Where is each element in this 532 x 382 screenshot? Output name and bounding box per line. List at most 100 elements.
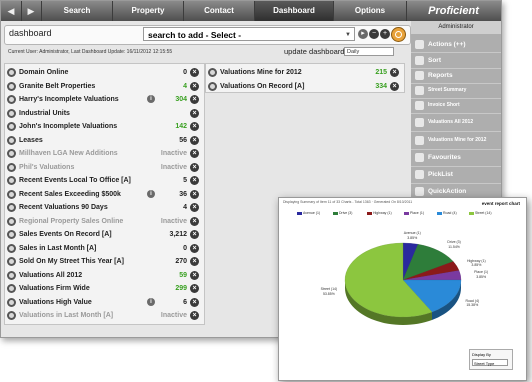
remove-item-icon[interactable]: × <box>190 68 199 77</box>
dashboard-item-label[interactable]: Valuations in Last Month [A] <box>19 310 113 321</box>
dashboard-item-label[interactable]: Recent Events Local To Office [A] <box>19 175 131 186</box>
dashboard-item[interactable]: Valuations Firm Wide 299 × <box>7 283 200 294</box>
dashboard-item[interactable]: Valuations On Record [A] 334 × <box>208 81 400 92</box>
remove-item-icon[interactable]: × <box>190 135 199 145</box>
remove-item-icon[interactable]: × <box>190 311 199 320</box>
gear-icon[interactable] <box>7 135 16 145</box>
dashboard-item[interactable]: Valuations All 2012 59 × <box>7 270 200 281</box>
dashboard-item-label[interactable]: Recent Valuations 90 Days <box>19 202 108 213</box>
dashboard-item-label[interactable]: Leases <box>19 135 43 146</box>
dashboard-item[interactable]: Valuations Mine for 2012 215 × <box>208 67 400 78</box>
sidebar-item[interactable]: Favourites <box>411 149 501 167</box>
remove-item-icon[interactable]: × <box>390 81 399 91</box>
dashboard-item[interactable]: Sales in Last Month [A] 0 × <box>7 243 200 254</box>
info-icon[interactable]: i <box>147 95 155 103</box>
dashboard-item[interactable]: John's Incomplete Valuations 142 × <box>7 121 200 132</box>
gear-icon[interactable] <box>7 68 16 77</box>
gear-icon[interactable] <box>7 149 16 158</box>
dashboard-item-label[interactable]: Sales in Last Month [A] <box>19 243 96 254</box>
gear-icon[interactable] <box>7 108 16 118</box>
remove-item-icon[interactable]: × <box>190 176 199 185</box>
nav-options[interactable]: Options <box>334 1 407 21</box>
nav-dashboard[interactable]: Dashboard <box>255 1 334 21</box>
sidebar-item[interactable]: Valuations All 2012 <box>411 113 501 132</box>
dashboard-item[interactable]: Valuations High Value i 6 × <box>7 297 200 308</box>
info-icon[interactable]: i <box>147 297 155 306</box>
dashboard-item-label[interactable]: Sales Events On Record [A] <box>19 229 112 240</box>
remove-icon[interactable]: − <box>369 29 379 39</box>
remove-item-icon[interactable]: × <box>190 189 199 199</box>
sidebar-item[interactable]: Street Summary <box>411 83 501 99</box>
sidebar-item[interactable]: PickList <box>411 166 501 184</box>
gear-icon[interactable] <box>7 230 16 239</box>
dashboard-item-label[interactable]: Valuations All 2012 <box>19 270 82 281</box>
dashboard-item-label[interactable]: Valuations On Record [A] <box>220 81 304 92</box>
gear-icon[interactable] <box>7 162 16 172</box>
dashboard-item[interactable]: Recent Events Local To Office [A] 5 × <box>7 175 200 186</box>
update-frequency-select[interactable]: Daily <box>344 47 394 56</box>
sidebar-item[interactable]: Valuations Mine for 2012 <box>411 131 501 150</box>
sidebar-item[interactable]: Reports <box>411 68 501 84</box>
dashboard-item-label[interactable]: Millhaven LGA New Additions <box>19 148 118 159</box>
dashboard-item-label[interactable]: Valuations Mine for 2012 <box>220 67 302 78</box>
remove-item-icon[interactable]: × <box>190 149 199 158</box>
search-to-add-select[interactable]: search to add - Select - ▼ <box>143 27 355 41</box>
remove-item-icon[interactable]: × <box>190 216 199 226</box>
remove-item-icon[interactable]: × <box>190 95 199 104</box>
remove-item-icon[interactable]: × <box>190 270 199 280</box>
gear-icon[interactable] <box>7 243 16 253</box>
sidebar-item[interactable]: Actions (++) <box>411 36 501 53</box>
dashboard-item[interactable]: Sales Events On Record [A] 3,212 × <box>7 229 200 240</box>
dashboard-item-label[interactable]: Granite Belt Properties <box>19 81 95 92</box>
dashboard-item[interactable]: Valuations in Last Month [A] Inactive × <box>7 310 200 321</box>
dashboard-item-label[interactable]: Harry's Incomplete Valuations <box>19 94 119 105</box>
dashboard-item-label[interactable]: Regional Property Sales Online <box>19 216 123 227</box>
sidebar-item[interactable]: Sort <box>411 52 501 69</box>
go-icon[interactable]: ▸ <box>358 29 368 39</box>
gear-icon[interactable] <box>7 257 16 266</box>
dashboard-item[interactable]: Leases 56 × <box>7 135 200 146</box>
dashboard-item-label[interactable]: Valuations Firm Wide <box>19 283 90 294</box>
gear-icon[interactable] <box>7 216 16 226</box>
dashboard-item[interactable]: Regional Property Sales Online Inactive × <box>7 216 200 227</box>
gear-icon[interactable] <box>7 122 16 131</box>
dashboard-item-label[interactable]: Sold On My Street This Year [A] <box>19 256 124 267</box>
refresh-button[interactable] <box>391 27 406 42</box>
nav-property[interactable]: Property <box>113 1 184 21</box>
remove-item-icon[interactable]: × <box>190 230 199 239</box>
dashboard-item-label[interactable]: Valuations High Value <box>19 297 92 308</box>
dashboard-item-label[interactable]: Industrial Units <box>19 108 70 119</box>
dashboard-item[interactable]: Recent Valuations 90 Days 4 × <box>7 202 200 213</box>
gear-icon[interactable] <box>208 81 217 91</box>
remove-item-icon[interactable]: × <box>390 68 399 77</box>
gear-icon[interactable] <box>208 68 217 77</box>
gear-icon[interactable] <box>7 270 16 280</box>
gear-icon[interactable] <box>7 311 16 320</box>
forward-arrow-icon[interactable]: ▶ <box>21 1 42 21</box>
remove-item-icon[interactable]: × <box>190 297 199 307</box>
dashboard-item-label[interactable]: Phil's Valuations <box>19 162 74 173</box>
gear-icon[interactable] <box>7 176 16 185</box>
nav-search[interactable]: Search <box>42 1 113 21</box>
dashboard-item[interactable]: Recent Sales Exceeding $500k i 36 × <box>7 189 200 200</box>
remove-item-icon[interactable]: × <box>190 108 199 118</box>
gear-icon[interactable] <box>7 81 16 91</box>
remove-item-icon[interactable]: × <box>190 81 199 91</box>
back-arrow-icon[interactable]: ◀ <box>1 1 22 21</box>
dashboard-item-label[interactable]: John's Incomplete Valuations <box>19 121 117 132</box>
dashboard-item-label[interactable]: Domain Online <box>19 67 68 78</box>
dashboard-item[interactable]: Harry's Incomplete Valuations i 304 × <box>7 94 200 105</box>
remove-item-icon[interactable]: × <box>190 243 199 253</box>
add-icon[interactable]: + <box>380 29 390 39</box>
remove-item-icon[interactable]: × <box>190 257 199 266</box>
dashboard-item[interactable]: Granite Belt Properties 4 × <box>7 81 200 92</box>
remove-item-icon[interactable]: × <box>190 284 199 293</box>
remove-item-icon[interactable]: × <box>190 203 199 212</box>
dashboard-item[interactable]: Phil's Valuations Inactive × <box>7 162 200 173</box>
dashboard-item[interactable]: Industrial Units × <box>7 108 200 119</box>
gear-icon[interactable] <box>7 189 16 199</box>
dashboard-item[interactable]: Sold On My Street This Year [A] 270 × <box>7 256 200 267</box>
gear-icon[interactable] <box>7 203 16 212</box>
remove-item-icon[interactable]: × <box>190 122 199 131</box>
sidebar-item[interactable]: Invoice Short <box>411 98 501 114</box>
